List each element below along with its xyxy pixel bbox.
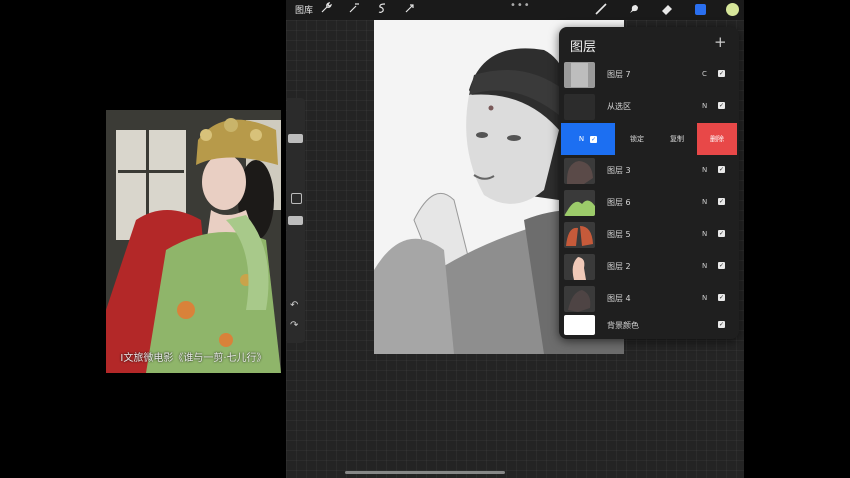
layer-thumbnail <box>564 315 595 335</box>
reference-photo: I文旅微电影《谁与一剪·七儿行》 <box>106 110 281 373</box>
layer-visibility-checkbox[interactable]: ✓ <box>718 70 725 77</box>
layer-thumbnail <box>564 158 595 184</box>
reference-image <box>106 110 281 373</box>
layer-name: 图层 7 <box>607 70 631 79</box>
brush-icon[interactable] <box>594 2 608 16</box>
layer-visibility-checkbox[interactable]: ✓ <box>718 198 725 205</box>
redo-icon[interactable]: ↷ <box>290 320 298 331</box>
lock-button[interactable]: 锁定 <box>617 123 657 155</box>
layers-icon[interactable] <box>695 4 706 15</box>
layer-thumbnail <box>564 94 595 120</box>
layer-visibility-checkbox[interactable]: ✓ <box>718 102 725 109</box>
layer-thumbnail <box>564 222 595 248</box>
checkbox-icon[interactable]: ✓ <box>590 135 598 143</box>
smudge-icon[interactable] <box>627 2 641 16</box>
modify-button[interactable] <box>291 193 302 204</box>
layers-panel: 图层 + 图层 7 C ✓ 从选区 N ✓ N ✓ 锁定 复制 删除 图层 3 N… <box>559 27 739 339</box>
layer-row[interactable]: 背景颜色 ✓ <box>559 312 739 338</box>
layer-visibility-checkbox[interactable]: ✓ <box>718 166 725 173</box>
layer-blend-mode[interactable]: N <box>702 166 707 174</box>
transform-icon[interactable] <box>403 2 417 16</box>
layer-name: 背景颜色 <box>607 321 639 330</box>
layer-name: 图层 6 <box>607 198 631 207</box>
layer-thumbnail <box>564 286 595 312</box>
layer-visibility-checkbox[interactable]: ✓ <box>718 230 725 237</box>
layer-thumbnail <box>564 254 595 280</box>
wrench-icon[interactable] <box>319 1 333 16</box>
layer-row[interactable]: 图层 7 C ✓ <box>559 60 739 90</box>
magic-wand-icon[interactable] <box>347 2 361 16</box>
layer-row[interactable]: 图层 3 N ✓ <box>559 156 739 186</box>
delete-button[interactable]: 删除 <box>697 123 737 155</box>
add-layer-button[interactable]: + <box>714 33 727 51</box>
layer-blend-mode[interactable]: N <box>702 294 707 302</box>
layer-name: 图层 3 <box>607 166 631 175</box>
home-indicator <box>345 471 505 474</box>
left-sidebar: ↶ ↷ <box>287 98 305 343</box>
procreate-app: 图库 ••• ↶ ↷ 图层 + 图层 7 C ✓ 从选区 N ✓ N ✓ 锁定 … <box>286 0 744 478</box>
gallery-button[interactable]: 图库 <box>295 3 313 16</box>
layer-row[interactable]: 图层 2 N ✓ <box>559 252 739 282</box>
color-picker-button[interactable] <box>726 3 739 16</box>
blend-mode-button[interactable]: N ✓ <box>561 123 615 155</box>
layer-thumbnail <box>564 62 595 88</box>
brush-size-slider[interactable] <box>288 134 303 143</box>
layer-actions-bar: N ✓ 锁定 复制 删除 <box>559 123 739 155</box>
layer-name: 从选区 <box>607 102 631 111</box>
duplicate-button[interactable]: 复制 <box>657 123 697 155</box>
undo-icon[interactable]: ↶ <box>290 300 298 311</box>
blend-mode-label: N <box>578 135 585 143</box>
layer-thumbnail <box>564 190 595 216</box>
layer-blend-mode[interactable]: N <box>702 198 707 206</box>
layer-visibility-checkbox[interactable]: ✓ <box>718 294 725 301</box>
layer-name: 图层 5 <box>607 230 631 239</box>
layer-row[interactable]: 图层 4 N ✓ <box>559 284 739 314</box>
photo-caption: I文旅微电影《谁与一剪·七儿行》 <box>120 353 267 364</box>
layer-name: 图层 2 <box>607 262 631 271</box>
layers-panel-title: 图层 <box>570 40 597 55</box>
layer-name: 图层 4 <box>607 294 631 303</box>
layer-row[interactable]: 从选区 N ✓ <box>559 92 739 122</box>
more-actions-button[interactable]: ••• <box>510 0 531 11</box>
eraser-icon[interactable] <box>660 2 674 16</box>
layer-visibility-checkbox[interactable]: ✓ <box>718 321 725 328</box>
layer-blend-mode[interactable]: N <box>702 230 707 238</box>
layer-blend-mode[interactable]: N <box>702 262 707 270</box>
layer-row[interactable]: 图层 5 N ✓ <box>559 220 739 250</box>
top-toolbar: 图库 ••• <box>286 0 744 20</box>
layer-visibility-checkbox[interactable]: ✓ <box>718 262 725 269</box>
selection-icon[interactable] <box>375 2 389 16</box>
layer-row[interactable]: 图层 6 N ✓ <box>559 188 739 218</box>
layer-blend-mode[interactable]: C <box>702 70 707 78</box>
layer-blend-mode[interactable]: N <box>702 102 707 110</box>
opacity-slider[interactable] <box>288 216 303 225</box>
